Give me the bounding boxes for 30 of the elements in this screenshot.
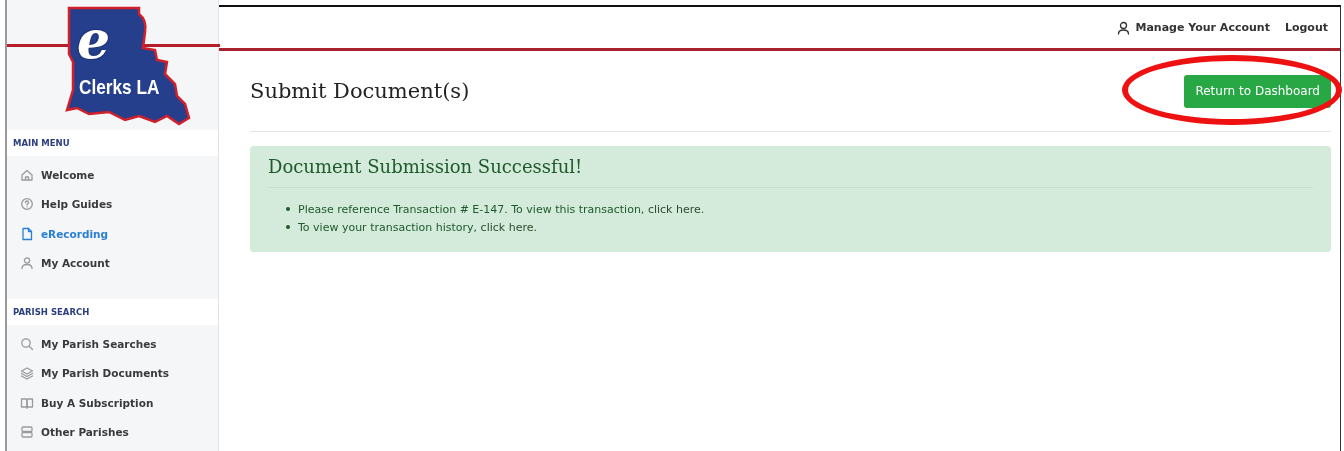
document-icon	[20, 226, 34, 241]
search-icon	[20, 336, 34, 351]
book-icon	[20, 395, 34, 410]
message-text: Please reference Transaction # E-147. To view this transaction, click here.	[298, 202, 705, 216]
message-text: To view your transaction history, click here.	[298, 220, 537, 234]
logout-link[interactable]: Logout	[1284, 21, 1328, 34]
sidebar-item[interactable]: My Account	[7, 248, 218, 278]
question-icon	[20, 197, 34, 212]
layers-icon	[20, 366, 34, 381]
server-icon	[20, 425, 34, 440]
sidebar-item[interactable]: eRecording	[7, 219, 218, 249]
sidebar-item[interactable]: Other Parishes	[7, 417, 218, 447]
sidebar-item[interactable]: Help Guides	[7, 189, 218, 219]
user-icon	[1117, 20, 1131, 35]
logo-text: Clerks LA	[79, 76, 160, 98]
manage-account-link[interactable]: Manage Your Account	[1117, 20, 1270, 35]
sidebar-item[interactable]: My Parish Documents	[7, 358, 218, 388]
home-icon	[20, 167, 34, 182]
section-title: MAIN MENU	[13, 138, 70, 148]
user-icon	[20, 256, 34, 271]
alert-title: Document Submission Successful!	[268, 156, 1313, 188]
logo-letter: e	[77, 14, 111, 66]
sidebar-item[interactable]: Welcome	[7, 160, 218, 190]
click-here-link[interactable]: click here	[647, 202, 701, 216]
section-title: PARISH SEARCH	[13, 307, 90, 317]
bullet-icon	[286, 207, 290, 211]
page-title: Submit Document(s)	[250, 79, 470, 103]
sidebar-item[interactable]: My Parish Searches	[7, 329, 218, 359]
bullet-icon	[286, 225, 290, 229]
sidebar-item[interactable]: Buy A Subscription	[7, 388, 218, 418]
